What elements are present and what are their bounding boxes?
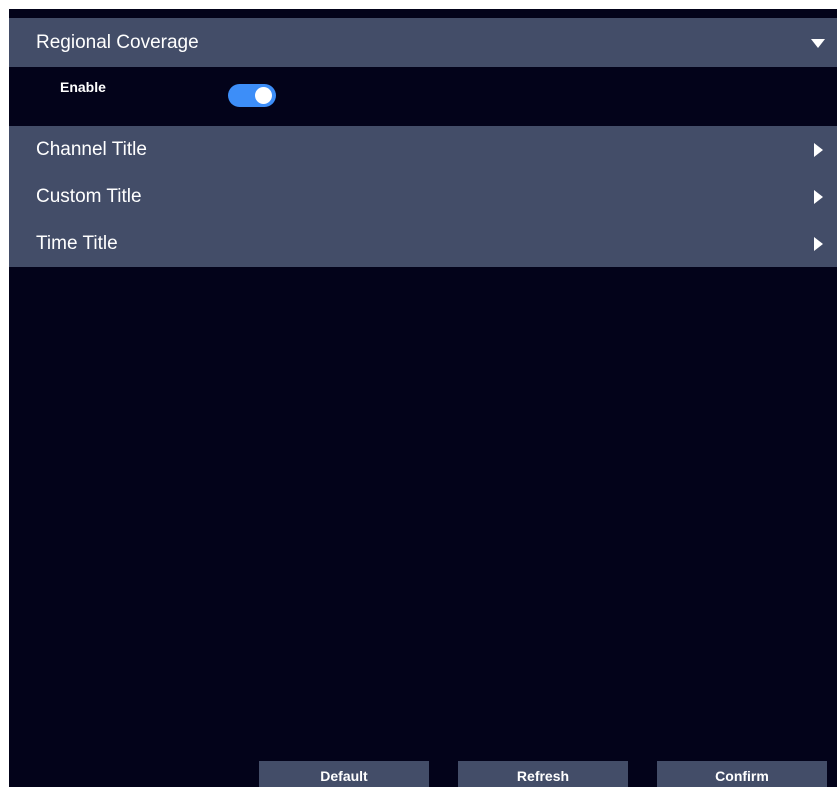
enable-row: Enable	[9, 67, 837, 126]
section-header-channel-title[interactable]: Channel Title	[9, 126, 837, 173]
caret-right-icon	[814, 142, 823, 157]
section-title-regional-coverage: Regional Coverage	[36, 31, 199, 53]
refresh-button[interactable]: Refresh	[458, 761, 628, 787]
section-title-custom-title: Custom Title	[36, 185, 142, 207]
section-header-custom-title[interactable]: Custom Title	[9, 173, 837, 220]
settings-panel: Regional Coverage Enable Channel Title C…	[9, 9, 837, 787]
toggle-knob	[255, 87, 272, 104]
section-title-channel-title: Channel Title	[36, 138, 147, 160]
default-button[interactable]: Default	[259, 761, 429, 787]
enable-label: Enable	[60, 79, 106, 95]
caret-down-icon	[811, 38, 825, 48]
enable-toggle[interactable]	[228, 84, 276, 107]
section-header-time-title[interactable]: Time Title	[9, 220, 837, 267]
confirm-button[interactable]: Confirm	[657, 761, 827, 787]
caret-right-icon	[814, 189, 823, 204]
caret-right-icon	[814, 236, 823, 251]
section-title-time-title: Time Title	[36, 232, 118, 254]
section-header-regional-coverage[interactable]: Regional Coverage	[9, 18, 837, 67]
